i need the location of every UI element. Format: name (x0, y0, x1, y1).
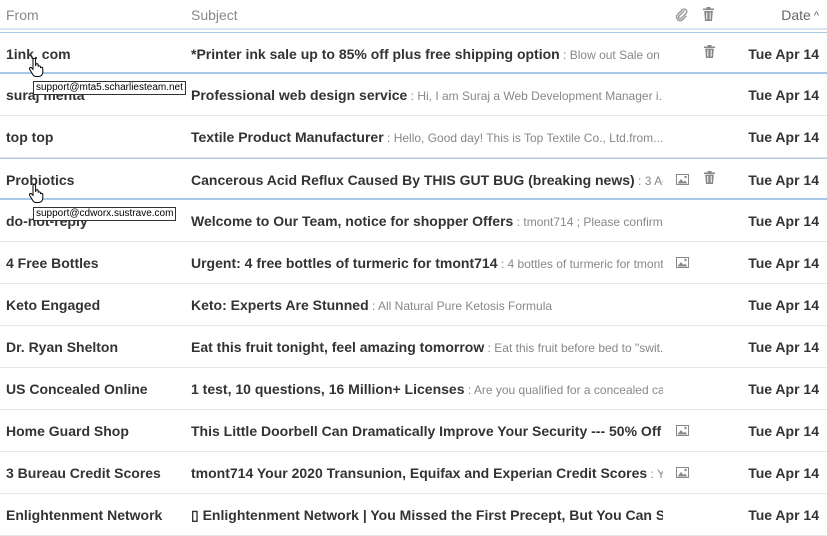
preview-separator: : (563, 48, 567, 62)
message-date: Tue Apr 14 (748, 423, 819, 439)
subject-text: Welcome to Our Team, notice for shopper … (191, 213, 514, 229)
message-row[interactable]: Probiotics Cancerous Acid Reflux Caused B… (0, 158, 827, 200)
preview-separator: : (650, 467, 654, 481)
message-row[interactable]: 4 Free Bottles Urgent: 4 free bottles of … (0, 242, 827, 284)
message-date: Tue Apr 14 (748, 381, 819, 397)
message-subject[interactable]: Keto: Experts Are Stunned : All Natural … (191, 297, 663, 313)
message-date: Tue Apr 14 (748, 213, 819, 229)
message-preview: Hello, Good day! This is Top Textile Co.… (393, 131, 663, 145)
message-date: Tue Apr 14 (748, 46, 819, 62)
preview-separator: : (487, 341, 491, 355)
subject-text: tmont714 Your 2020 Transunion, Equifax a… (191, 465, 648, 481)
message-row[interactable]: 1ink. com *Printer ink sale up to 85% off… (0, 32, 827, 74)
subject-text: Cancerous Acid Reflux Caused By THIS GUT… (191, 172, 635, 188)
message-date: Tue Apr 14 (748, 339, 819, 355)
message-subject[interactable]: *Printer ink sale up to 85% off plus fre… (191, 46, 663, 62)
preview-separator: : (467, 383, 472, 397)
message-preview: Eat this fruit before bed to "swit... (494, 341, 663, 355)
message-preview: You... (656, 467, 663, 481)
message-subject[interactable]: Cancerous Acid Reflux Caused By THIS GUT… (191, 172, 663, 188)
message-preview: 4 bottles of turmeric for tmont... (507, 257, 663, 271)
message-date: Tue Apr 14 (748, 129, 819, 145)
subject-text: Textile Product Manufacturer (191, 129, 384, 145)
message-subject[interactable]: 1 test, 10 questions, 16 Million+ Licens… (191, 381, 663, 397)
sender-email-tooltip: support@cdworx.sustrave.com (33, 207, 177, 221)
message-date: Tue Apr 14 (748, 255, 819, 271)
message-sender[interactable]: Home Guard Shop (6, 423, 184, 439)
message-row[interactable]: 3 Bureau Credit Scores tmont714 Your 2020… (0, 452, 827, 494)
message-sender[interactable]: 3 Bureau Credit Scores (6, 465, 184, 481)
subject-text: *Printer ink sale up to 85% off plus fre… (191, 46, 560, 62)
message-row[interactable]: Enlightenment Network ▯ Enlightenment Net… (0, 494, 827, 536)
message-date: Tue Apr 14 (748, 297, 819, 313)
hand-pointer-icon (28, 57, 44, 78)
message-sender[interactable]: top top (6, 129, 184, 145)
subject-text: Eat this fruit tonight, feel amazing tom… (191, 339, 485, 355)
message-sender[interactable]: Enlightenment Network (6, 507, 184, 523)
subject-text: This Little Doorbell Can Dramatically Im… (191, 423, 663, 439)
hand-pointer-icon (28, 183, 44, 204)
column-header-date[interactable]: Date ^ (781, 7, 819, 23)
message-date: Tue Apr 14 (748, 87, 819, 103)
date-header-label: Date (781, 7, 811, 23)
message-list: 1ink. com *Printer ink sale up to 85% off… (0, 32, 827, 536)
message-row[interactable]: top top Textile Product Manufacturer : He… (0, 116, 827, 158)
sender-email-tooltip: support@mta5.scharliesteam.net (33, 81, 186, 95)
message-preview: 3 Acid... (644, 174, 663, 188)
message-row[interactable]: Keto Engaged Keto: Experts Are Stunned : … (0, 284, 827, 326)
column-header-from[interactable]: From (6, 7, 39, 23)
message-preview: Hi, I am Suraj a Web Development Manager… (417, 89, 663, 103)
message-subject[interactable]: Eat this fruit tonight, feel amazing tom… (191, 339, 663, 355)
message-preview: Blow out Sale on p... (569, 48, 663, 62)
message-subject[interactable]: Textile Product Manufacturer : Hello, Go… (191, 129, 663, 145)
preview-separator: : (516, 215, 521, 229)
message-preview: Are you qualified for a concealed ca... (473, 383, 663, 397)
preview-separator: : (371, 299, 376, 313)
message-subject[interactable]: Urgent: 4 free bottles of turmeric for t… (191, 255, 663, 271)
message-subject[interactable]: This Little Doorbell Can Dramatically Im… (191, 423, 663, 439)
message-date: Tue Apr 14 (748, 507, 819, 523)
message-sender[interactable]: Keto Engaged (6, 297, 184, 313)
subject-text: ▯ Enlightenment Network | You Missed the… (191, 507, 663, 523)
trash-icon[interactable] (703, 7, 714, 24)
preview-separator: : (387, 131, 391, 145)
message-row[interactable]: Home Guard Shop This Little Doorbell Can … (0, 410, 827, 452)
column-header-subject[interactable]: Subject (191, 7, 238, 23)
image-icon (676, 172, 689, 185)
message-subject[interactable]: Professional web design service : Hi, I … (191, 87, 663, 103)
message-date: Tue Apr 14 (748, 465, 819, 481)
message-row[interactable]: US Concealed Online 1 test, 10 questions,… (0, 368, 827, 410)
message-subject[interactable]: tmont714 Your 2020 Transunion, Equifax a… (191, 465, 663, 481)
message-subject[interactable]: ▯ Enlightenment Network | You Missed the… (191, 507, 663, 524)
preview-separator: : (638, 174, 642, 188)
message-sender[interactable]: 4 Free Bottles (6, 255, 184, 271)
trash-icon[interactable] (704, 45, 715, 58)
message-preview: tmont714 ; Please confirm... (523, 215, 663, 229)
trash-icon[interactable] (704, 171, 715, 184)
preview-separator: : (500, 257, 505, 271)
message-subject[interactable]: Welcome to Our Team, notice for shopper … (191, 213, 663, 229)
image-icon (676, 255, 689, 268)
message-sender[interactable]: Dr. Ryan Shelton (6, 339, 184, 355)
message-list-header: From Subject Date ^ (0, 0, 827, 30)
message-date: Tue Apr 14 (748, 172, 819, 188)
paperclip-icon[interactable] (675, 8, 689, 25)
preview-separator: : (410, 89, 414, 103)
subject-text: Keto: Experts Are Stunned (191, 297, 369, 313)
message-sender[interactable]: US Concealed Online (6, 381, 184, 397)
image-icon (676, 465, 689, 478)
subject-text: Urgent: 4 free bottles of turmeric for t… (191, 255, 498, 271)
message-row[interactable]: Dr. Ryan Shelton Eat this fruit tonight, … (0, 326, 827, 368)
subject-text: Professional web design service (191, 87, 408, 103)
message-preview: All Natural Pure Ketosis Formula (377, 299, 553, 313)
image-icon (676, 423, 689, 436)
subject-text: 1 test, 10 questions, 16 Million+ Licens… (191, 381, 465, 397)
sort-ascending-icon: ^ (813, 10, 819, 22)
